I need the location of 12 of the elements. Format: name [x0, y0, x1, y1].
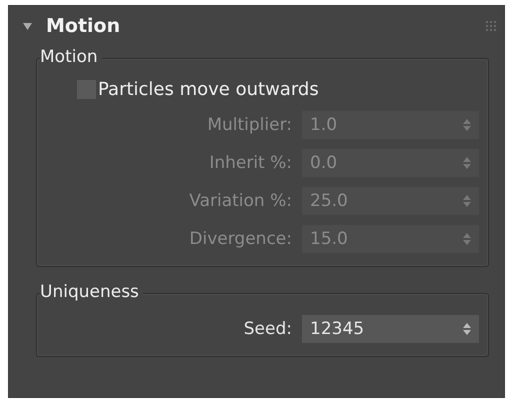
- field-label: Divergence:: [188, 229, 292, 249]
- field-label: Variation %:: [188, 191, 292, 211]
- collapse-triangle-icon[interactable]: [23, 22, 32, 30]
- group-title: Uniqueness: [40, 281, 143, 303]
- checkbox-label[interactable]: Particles move outwards: [98, 79, 319, 100]
- field-label: Inherit %:: [208, 153, 292, 173]
- spinner-arrows-icon[interactable]: [463, 322, 471, 336]
- field-label: Seed:: [242, 319, 292, 339]
- spinner-field[interactable]: 12345: [302, 315, 479, 343]
- field-label: Multiplier:: [206, 115, 292, 135]
- drag-handle-icon[interactable]: [486, 21, 496, 31]
- rollout-title[interactable]: Motion: [46, 15, 472, 37]
